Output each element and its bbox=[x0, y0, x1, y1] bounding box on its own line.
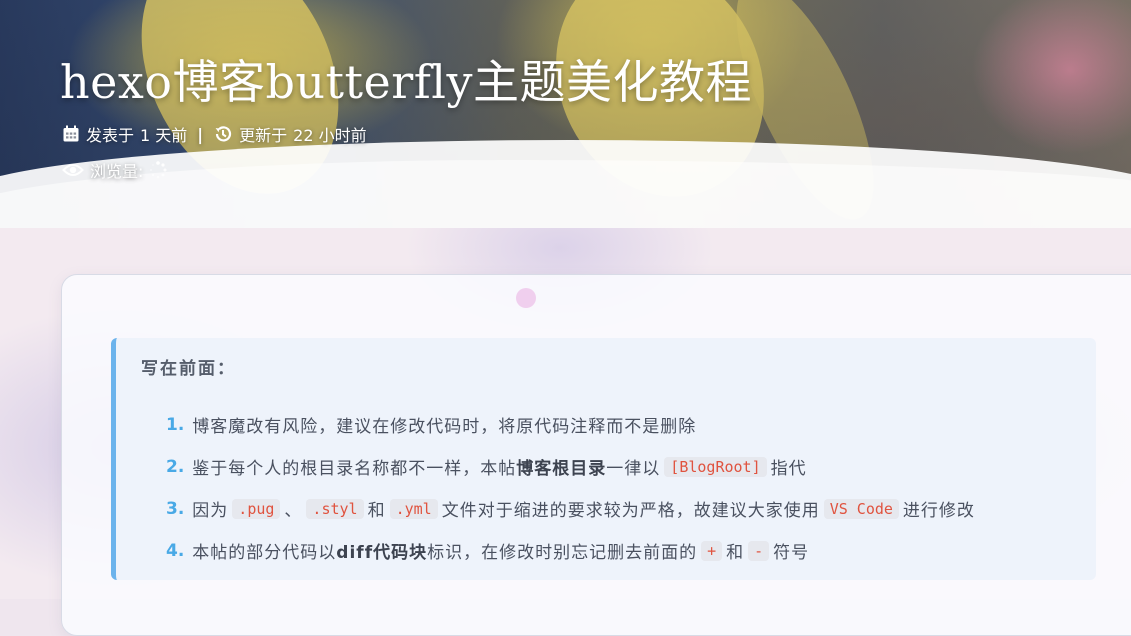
inline-code: VS Code bbox=[823, 498, 899, 519]
published-label: 发表于 bbox=[86, 126, 135, 145]
list-bold-text: 博客根目录 bbox=[516, 459, 607, 479]
published-time: 1 天前 bbox=[140, 126, 188, 145]
list-number: 2. bbox=[166, 456, 185, 477]
post-meta-dates: 发表于 1 天前 | 更新于 22 小时前 bbox=[62, 122, 367, 146]
list-number: 4. bbox=[166, 540, 185, 561]
list-text: 、 bbox=[284, 501, 303, 521]
list-text: 符号 bbox=[773, 543, 810, 563]
note-heading: 写在前面： bbox=[141, 359, 236, 379]
meta-separator: | bbox=[197, 124, 204, 144]
list-text: 和 bbox=[367, 501, 386, 521]
list-text: 进行修改 bbox=[902, 501, 975, 521]
decorative-dot bbox=[516, 288, 536, 308]
list-bold-text: diff代码块 bbox=[336, 543, 428, 563]
list-text: 和 bbox=[726, 543, 745, 563]
list-item: 2. 鉴于每个人的根目录名称都不一样，本帖 博客根目录 一律以 [BlogRoo… bbox=[166, 454, 807, 479]
updated-time: 22 小时前 bbox=[293, 126, 367, 145]
list-text: 鉴于每个人的根目录名称都不一样，本帖 bbox=[192, 459, 517, 479]
inline-code: .yml bbox=[389, 498, 438, 519]
loading-spinner-icon bbox=[150, 161, 167, 179]
post-header-banner: hexo博客butterfly主题美化教程 发表于 1 天前 | 更新于 22 … bbox=[0, 0, 1131, 228]
list-item: 3. 因为 .pug 、 .styl 和 .yml 文件对于缩进的要求较为严格，… bbox=[166, 496, 975, 521]
list-text: 一律以 bbox=[606, 459, 661, 479]
inline-code: + bbox=[701, 540, 723, 561]
list-text: 本帖的部分代码以 bbox=[192, 543, 337, 563]
post-title: hexo博客butterfly主题美化教程 bbox=[60, 55, 752, 109]
list-text: 指代 bbox=[770, 459, 807, 479]
list-item: 1. 博客魔改有风险，建议在修改代码时，将原代码注释而不是删除 bbox=[166, 412, 697, 438]
list-text: 标识，在修改时别忘记删去前面的 bbox=[427, 543, 698, 563]
list-number: 1. bbox=[166, 414, 185, 435]
list-number: 3. bbox=[166, 498, 185, 519]
list-text: 文件对于缩进的要求较为严格，故建议大家使用 bbox=[441, 501, 820, 521]
inline-code: [BlogRoot] bbox=[664, 456, 767, 477]
history-icon bbox=[215, 126, 232, 142]
updated-label: 更新于 bbox=[239, 126, 288, 145]
list-item: 4. 本帖的部分代码以 diff代码块 标识，在修改时别忘记删去前面的 + 和 … bbox=[166, 538, 809, 563]
inline-code: .styl bbox=[306, 498, 364, 519]
list-text: 因为 bbox=[192, 501, 229, 521]
list-text: 博客魔改有风险，建议在修改代码时，将原代码注释而不是删除 bbox=[192, 417, 697, 437]
inline-code: .pug bbox=[232, 498, 281, 519]
calendar-icon bbox=[63, 125, 79, 142]
post-meta-views: 浏览量: bbox=[62, 158, 167, 182]
views-label: 浏览量: bbox=[90, 162, 144, 181]
eye-icon bbox=[62, 164, 84, 176]
note-block: 写在前面： 1. 博客魔改有风险，建议在修改代码时，将原代码注释而不是删除 2.… bbox=[111, 338, 1096, 580]
inline-code: - bbox=[748, 540, 770, 561]
